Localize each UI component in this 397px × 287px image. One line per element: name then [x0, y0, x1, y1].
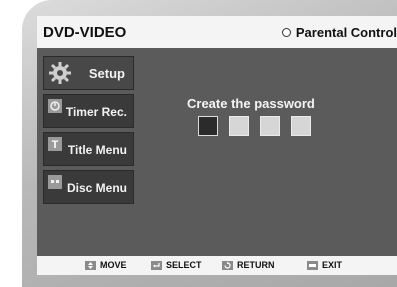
password-digit-2[interactable]	[229, 116, 249, 136]
select-label: SELECT	[166, 260, 202, 270]
return-icon	[222, 260, 233, 270]
svg-text:T: T	[52, 139, 59, 151]
sidebar-item-label: Disc Menu	[66, 181, 127, 195]
sidebar-item-label: Timer Rec.	[65, 105, 127, 119]
sidebar-item-title-menu[interactable]: T Title Menu	[43, 132, 134, 166]
sidebar-item-label: Setup	[88, 66, 125, 81]
header-bar: DVD-VIDEO Parental Control	[37, 16, 397, 48]
gear-icon	[49, 62, 71, 84]
exit-hint: EXIT	[307, 260, 342, 270]
app-title: DVD-VIDEO	[43, 24, 127, 41]
return-label: RETURN	[237, 260, 275, 270]
sidebar-item-timer-rec[interactable]: Timer Rec.	[43, 94, 134, 128]
move-label: MOVE	[100, 260, 127, 270]
password-digit-4[interactable]	[291, 116, 311, 136]
password-prompt: Create the password	[187, 96, 315, 111]
password-digit-3[interactable]	[260, 116, 280, 136]
title-icon: T	[48, 137, 62, 151]
sidebar-item-disc-menu[interactable]: Disc Menu	[43, 170, 134, 204]
osd-screen: DVD-VIDEO Parental Control Setup Timer R…	[37, 16, 397, 275]
sidebar-item-label: Title Menu	[67, 143, 127, 157]
move-hint: MOVE	[85, 260, 127, 270]
exit-icon	[307, 260, 318, 270]
section-label: Parental Control	[295, 25, 397, 40]
sidebar-item-setup[interactable]: Setup	[43, 56, 134, 90]
exit-label: EXIT	[322, 260, 343, 270]
timer-icon	[48, 99, 62, 113]
enter-icon	[151, 260, 162, 270]
radio-icon	[281, 28, 291, 37]
updown-arrows-icon	[85, 260, 96, 270]
footer-bar: MOVE SELECT RETURN EXIT	[37, 256, 397, 275]
return-hint: RETURN	[222, 260, 275, 270]
disc-icon	[48, 175, 62, 189]
section-title: Parental Control	[281, 25, 397, 40]
select-hint: SELECT	[151, 260, 202, 270]
password-digit-1[interactable]	[198, 116, 218, 136]
